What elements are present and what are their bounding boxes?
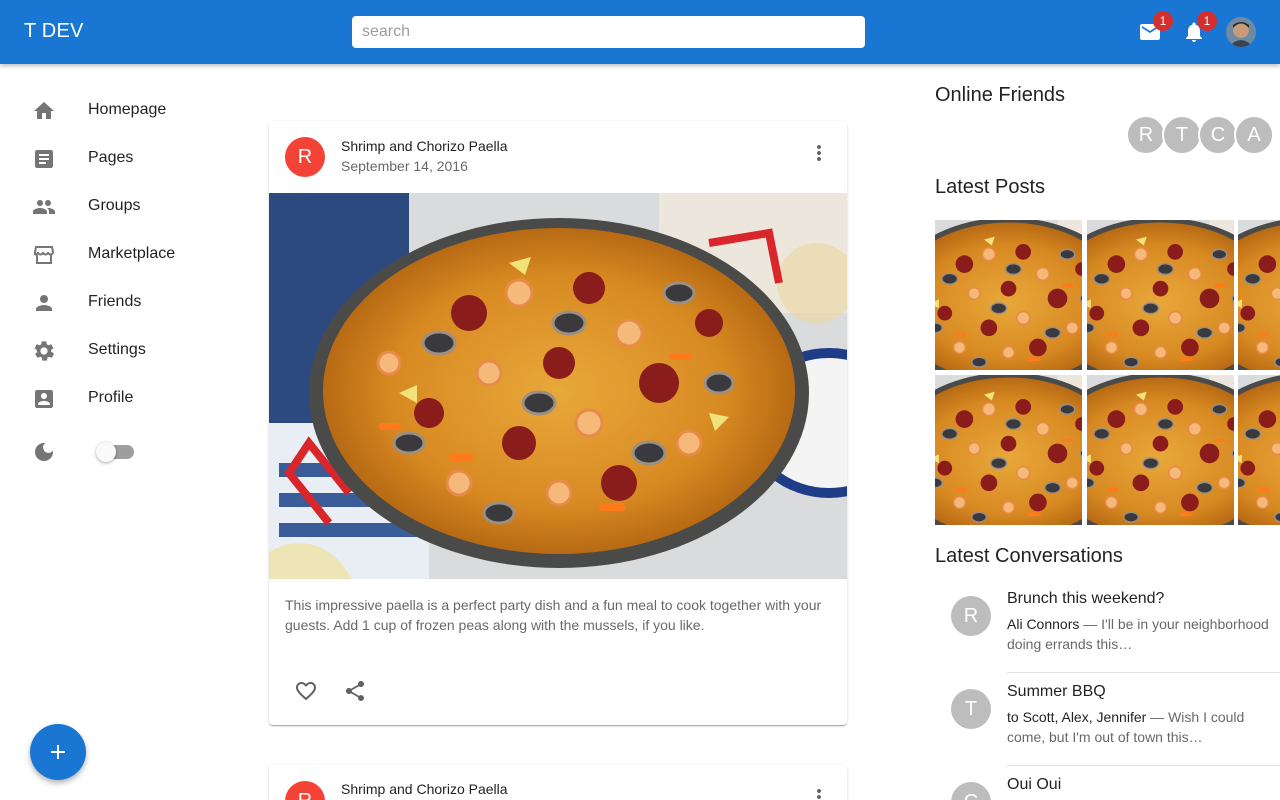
home-icon [34,102,54,119]
paella-image [269,193,847,579]
paella-thumbnail-image [935,220,1082,370]
sidebar-item-label: Groups [88,197,141,214]
dark-mode-row [0,428,230,476]
article-icon [35,150,53,168]
conversation-title: Oui Oui [1007,776,1062,793]
gear-icon [34,341,54,361]
app-bar: T DEV 1 1 [0,0,1280,64]
storefront-icon [33,246,55,264]
post-card: R Shrimp and Chorizo Paella [269,765,847,800]
add-button[interactable] [30,724,86,780]
post-date: September 14, 2016 [341,158,468,174]
conversation-snippet: Ali Connors — I'll be in your neighborho… [1007,614,1277,654]
sidebar-item-label: Profile [88,389,134,406]
post-header: R Shrimp and Chorizo Paella [269,765,847,800]
latest-posts-title: Latest Posts [935,176,1046,198]
post-title: Shrimp and Chorizo Paella [341,781,508,797]
post-header: R Shrimp and Chorizo Paella September 14… [269,121,847,193]
conversation-item[interactable]: T Summer BBQ to Scott, Alex, Jennifer — … [935,673,1280,766]
conversation-title: Brunch this weekend? [1007,590,1165,607]
person-icon [36,295,52,311]
sidebar-item-label: Homepage [88,101,167,118]
more-vert-icon[interactable] [807,785,831,800]
share-icon [346,681,364,701]
post-title: Shrimp and Chorizo Paella [341,138,508,154]
online-friend-avatar[interactable]: R [1126,115,1166,155]
mail-button[interactable]: 1 [1136,11,1173,48]
account-box-icon [35,390,53,408]
conversation-avatar: R [951,596,991,636]
online-friends-title: Online Friends [935,84,1066,106]
latest-post-thumbnail[interactable] [1087,375,1234,525]
sidebar-item-label: Pages [88,149,134,166]
conversation-avatar: T [951,689,991,729]
latest-post-thumbnail[interactable] [1238,375,1280,525]
latest-post-thumbnail[interactable] [1238,220,1280,370]
user-avatar-image [1226,17,1256,47]
latest-conversations-title: Latest Conversations [935,545,1123,567]
share-button[interactable] [335,671,375,711]
sidebar-item-pages[interactable]: Pages [0,135,230,183]
sidebar-item-marketplace[interactable]: Marketplace [0,231,230,279]
conversation-avatar: C [951,782,991,800]
paella-thumbnail-image [1087,220,1234,370]
sidebar-item-label: Settings [88,341,146,358]
sidebar-item-profile[interactable]: Profile [0,375,230,423]
like-button[interactable] [286,671,326,711]
paella-thumbnail-image [1238,220,1280,370]
conversation-item[interactable]: R Brunch this weekend? Ali Connors — I'l… [935,580,1280,673]
user-avatar[interactable] [1226,17,1256,47]
plus-icon [51,745,65,759]
paella-thumbnail-image [1087,375,1234,525]
mail-badge: 1 [1153,11,1173,31]
app-logo[interactable]: T DEV [24,20,84,43]
conversation-item[interactable]: C Oui Oui [935,766,1280,800]
post-text: This impressive paella is a perfect part… [285,597,822,633]
post-avatar[interactable]: R [285,781,325,800]
sidebar-item-label: Friends [88,293,142,310]
group-icon [33,200,55,214]
conversation-title: Summer BBQ [1007,683,1106,700]
search-input[interactable] [352,16,865,48]
latest-post-thumbnail[interactable] [935,375,1082,525]
notifications-badge: 1 [1197,11,1217,31]
post-actions [269,665,847,725]
conversation-sender: Ali Connors [1007,616,1080,632]
sidebar-item-label: Marketplace [88,245,176,262]
online-friend-avatar[interactable]: C [1198,115,1238,155]
post-avatar[interactable]: R [285,137,325,177]
conversation-sender: to Scott, Alex, Jennifer [1007,709,1147,725]
latest-post-thumbnail[interactable] [1087,220,1234,370]
online-friend-avatar[interactable]: A [1234,115,1274,155]
latest-post-thumbnail[interactable] [935,220,1082,370]
conversation-snippet: to Scott, Alex, Jennifer — Wish I could … [1007,707,1277,747]
heart-icon [296,682,316,701]
sidebar-item-homepage[interactable]: Homepage [0,87,230,135]
sidebar-item-groups[interactable]: Groups [0,183,230,231]
dark-mode-toggle[interactable] [96,441,138,463]
paella-thumbnail-image [935,375,1082,525]
more-vert-icon[interactable] [807,141,831,165]
post-image[interactable] [269,193,847,579]
moon-icon [35,443,53,461]
sidebar-item-friends[interactable]: Friends [0,279,230,327]
online-friend-avatar[interactable]: T [1162,115,1202,155]
toggle-thumb [96,442,116,462]
paella-thumbnail-image [1238,375,1280,525]
sidebar-item-settings[interactable]: Settings [0,327,230,375]
post-card: R Shrimp and Chorizo Paella September 14… [269,121,847,725]
notifications-button[interactable]: 1 [1180,11,1217,48]
